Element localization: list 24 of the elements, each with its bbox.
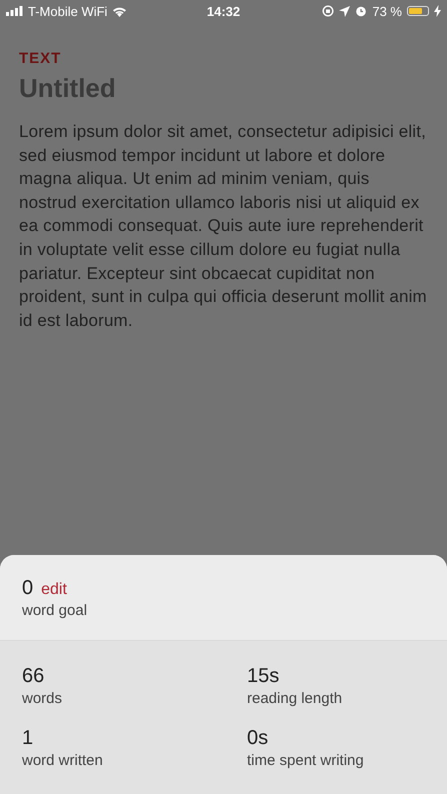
section-label: TEXT	[19, 50, 62, 67]
stat-value: 0s	[247, 727, 270, 750]
charging-icon	[434, 5, 441, 17]
stat-label: reading length	[247, 690, 344, 707]
stat-value: 15s	[247, 665, 280, 688]
goal-value: 0	[22, 577, 34, 600]
stat-label: word goal	[22, 602, 88, 619]
battery-percent: 73 %	[372, 4, 402, 18]
alarm-icon	[355, 5, 368, 17]
stat-label: word written	[22, 752, 104, 769]
edit-link[interactable]: edit	[41, 581, 67, 599]
signal-icon	[6, 6, 23, 16]
document-body: Lorem ipsum dolor sit amet, consectetur adipisici elit, sed eiusmod tempor incidunt ut labore et dolore magna aliqua. Ut enim ad minim veniam, quis nostrud exercitation ullamco laboris nisi ut aliquid ex ea commodi consequat. Quis aute iure reprehenderit in voluptate velit esse cillum dolore eu fugiat nulla pariatur. Excepteur sint obcaecat cupiditat non proident, sunt in culpa qui officia deserunt mollit anim id est laborum.	[19, 121, 428, 332]
status-time: 14:32	[206, 4, 240, 18]
wifi-icon	[112, 6, 128, 16]
stat-label: words	[22, 690, 64, 707]
lock-rotation-icon	[322, 5, 334, 17]
document-title: Untitled	[19, 73, 117, 104]
stat-value: 1	[22, 727, 34, 750]
carrier-name: T-Mobile WiFi	[28, 4, 108, 18]
stat-label: time spent writing	[247, 752, 365, 769]
stat-value: 66	[22, 665, 46, 688]
battery-icon	[407, 6, 429, 16]
location-icon	[339, 6, 350, 16]
